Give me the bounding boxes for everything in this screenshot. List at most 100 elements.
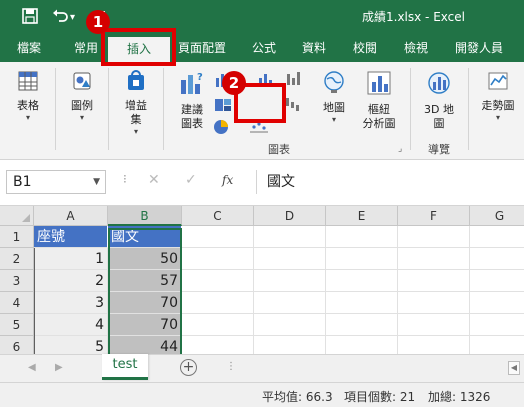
ribbon-divider: [55, 68, 56, 150]
column-header-b[interactable]: B: [108, 206, 182, 226]
undo-dropdown-icon[interactable]: ▾: [70, 9, 75, 27]
row-header[interactable]: 6: [0, 336, 34, 354]
status-average: 平均值: 66.3: [262, 390, 333, 404]
column-header-g[interactable]: G: [470, 206, 524, 226]
addins-button[interactable]: 增益 集 ▾: [114, 70, 158, 137]
name-box-dropdown-icon[interactable]: ▼: [93, 171, 100, 193]
formula-bar-grip-icon: ⁝: [123, 172, 127, 186]
tab-file[interactable]: 檔案: [17, 34, 41, 62]
tab-page-layout[interactable]: 頁面配置: [178, 34, 226, 62]
illustrations-button[interactable]: 圖例 ▾: [62, 70, 102, 123]
row-header[interactable]: 5: [0, 314, 34, 336]
globe-icon: [316, 70, 352, 98]
row-header[interactable]: 3: [0, 270, 34, 292]
empty-cells[interactable]: [182, 226, 524, 354]
sheet-tab-test[interactable]: test: [102, 354, 148, 380]
tab-formulas[interactable]: 公式: [252, 34, 276, 62]
enter-icon[interactable]: ✓: [185, 172, 197, 188]
formula-input[interactable]: 國文: [256, 170, 524, 194]
callout-badge-2: 2: [222, 71, 246, 95]
column-header-f[interactable]: F: [398, 206, 470, 226]
tab-developer[interactable]: 開發人員: [455, 34, 503, 62]
callout-box-1: [101, 28, 176, 66]
save-icon[interactable]: [22, 8, 38, 29]
sparkline-label: 走勢圖: [481, 99, 515, 112]
hierarchy-chart-icon[interactable]: [214, 97, 232, 116]
selection-border: [108, 228, 182, 354]
pivot-chart-icon: [354, 70, 404, 100]
3d-map-label-line1: 3D 地: [424, 103, 454, 116]
insert-function-icon[interactable]: fx: [222, 173, 233, 187]
illustrations-label: 圖例: [71, 99, 93, 112]
column-header-e[interactable]: E: [326, 206, 398, 226]
tab-review[interactable]: 校閱: [353, 34, 377, 62]
column-header-d[interactable]: D: [254, 206, 326, 226]
selection-border-a: [34, 248, 108, 354]
3d-map-button[interactable]: 3D 地 圖: [416, 70, 462, 131]
recommended-charts-icon: ?: [170, 70, 214, 100]
recommended-charts-label-line1: 建議: [181, 103, 203, 116]
tab-view[interactable]: 檢視: [404, 34, 428, 62]
svg-text:?: ?: [197, 72, 203, 83]
cancel-icon[interactable]: ✕: [148, 172, 160, 188]
formula-bar: B1 ▼ ⁝ ✕ ✓ fx 國文: [0, 160, 524, 206]
pivot-chart-button[interactable]: 樞紐 分析圖: [354, 70, 404, 131]
sheet-tab-bar: ◀ ▶ test + ⋮ ◀: [0, 354, 524, 382]
sparkline-button[interactable]: 走勢圖 ▾: [474, 70, 522, 123]
table-icon: [8, 70, 48, 96]
row-header[interactable]: 1: [0, 226, 34, 248]
table-label: 表格: [17, 99, 39, 112]
column-header-a[interactable]: A: [34, 206, 108, 226]
status-count: 項目個數: 21: [344, 390, 416, 404]
worksheet-grid[interactable]: A B C D E F G 1 座號 國文 2 1 50 3 2 57 4 3 …: [0, 206, 524, 354]
row-header[interactable]: 2: [0, 248, 34, 270]
3d-map-label-line2: 圖: [433, 117, 445, 130]
title-bar: ▾ 成績1.xlsx - Excel: [0, 0, 524, 34]
ribbon-tabs: 檔案 常用 插入 頁面配置 公式 資料 校閱 檢視 開發人員: [0, 34, 524, 62]
addins-caret-icon: ▾: [133, 127, 138, 136]
charts-group-label: 圖表: [268, 143, 290, 156]
tours-group-label: 導覽: [428, 143, 450, 156]
add-sheet-button[interactable]: +: [180, 359, 197, 376]
maps-caret-icon: ▾: [331, 115, 336, 124]
horizontal-scroll-icon[interactable]: ◀: [508, 361, 520, 375]
name-box[interactable]: B1 ▼: [6, 170, 106, 194]
charts-launcher-icon[interactable]: ⌟: [398, 144, 402, 154]
pie-chart-icon[interactable]: [212, 118, 232, 139]
maps-button[interactable]: 地圖 ▾: [316, 70, 352, 125]
row-header[interactable]: 4: [0, 292, 34, 314]
ribbon-divider: [163, 68, 164, 150]
undo-icon[interactable]: [52, 8, 68, 29]
maps-label: 地圖: [323, 101, 345, 114]
tab-data[interactable]: 資料: [302, 34, 326, 62]
statistic-chart-icon[interactable]: [285, 70, 305, 89]
recommended-charts-button[interactable]: ? 建議 圖表: [170, 70, 214, 131]
status-bar: 平均值: 66.3 項目個數: 21 加總: 1326: [0, 382, 524, 407]
addins-label-line2: 集: [130, 113, 142, 126]
sparkline-caret-icon: ▾: [495, 113, 500, 122]
ribbon-divider: [468, 68, 469, 150]
pivot-chart-label-line1: 樞紐: [368, 103, 390, 116]
window-title: 成績1.xlsx - Excel: [362, 10, 465, 24]
tab-home[interactable]: 常用: [74, 34, 98, 62]
waterfall-chart-icon[interactable]: [284, 96, 302, 115]
store-icon: [114, 70, 158, 96]
cell-a1[interactable]: 座號: [34, 226, 108, 248]
shapes-icon: [62, 70, 102, 96]
table-button[interactable]: 表格 ▾: [8, 70, 48, 123]
excel-window: ▾ 成績1.xlsx - Excel 檔案 常用 插入 頁面配置 公式 資料 校…: [0, 0, 524, 407]
callout-badge-1: 1: [86, 10, 110, 34]
scroll-left-icon[interactable]: ◀: [28, 362, 36, 373]
ribbon-divider: [108, 68, 109, 150]
status-sum: 加總: 1326: [428, 390, 491, 404]
column-header-c[interactable]: C: [182, 206, 254, 226]
select-all-button[interactable]: [0, 206, 34, 226]
pivot-chart-label-line2: 分析圖: [362, 117, 396, 130]
recommended-charts-label-line2: 圖表: [181, 117, 203, 130]
3d-map-icon: [416, 70, 462, 100]
illustrations-caret-icon: ▾: [79, 113, 84, 122]
table-caret-icon: ▾: [25, 113, 30, 122]
ribbon-divider: [410, 68, 411, 150]
scroll-right-icon[interactable]: ▶: [55, 362, 63, 373]
more-tabs-icon: ⋮: [226, 361, 236, 372]
